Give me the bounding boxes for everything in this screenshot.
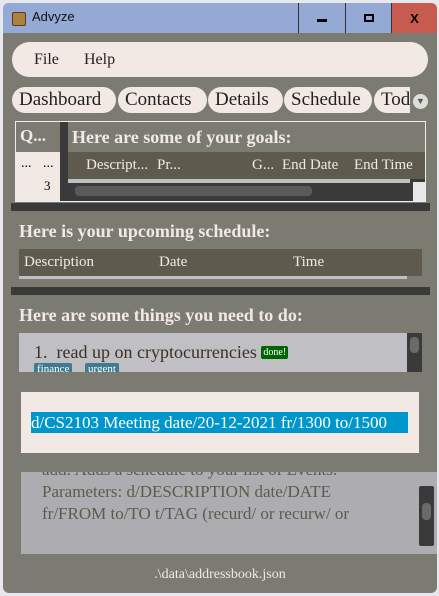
divider xyxy=(11,203,430,211)
tab-contacts[interactable]: Contacts xyxy=(118,87,207,113)
col-time[interactable]: Time xyxy=(293,254,324,271)
quick-num: 3 xyxy=(44,178,51,193)
menu-file[interactable]: File xyxy=(34,51,59,69)
vertical-scrollbar[interactable] xyxy=(407,333,422,372)
quick-header: Q... xyxy=(16,122,60,152)
menu-bar: File Help xyxy=(12,42,428,77)
minimize-button[interactable] xyxy=(298,3,345,33)
close-button[interactable]: X xyxy=(391,3,437,33)
result-line: Parameters: d/DESCRIPTION date/DATE xyxy=(42,482,331,501)
status-badge: done! xyxy=(261,346,289,359)
scroll-thumb[interactable] xyxy=(422,503,431,520)
col-date[interactable]: Date xyxy=(159,254,187,271)
dashboard-panel: Q... ... ... 3 Here are some of your goa… xyxy=(15,121,426,202)
col-end-time[interactable]: End Time xyxy=(354,157,413,174)
command-box[interactable]: d/CS2103 Meeting date/20-12-2021 fr/1300… xyxy=(21,392,419,453)
quick-cell: ... xyxy=(43,156,54,171)
goals-rows xyxy=(68,179,410,183)
schedule-table-header: Description Date Time xyxy=(19,249,422,276)
col-priority[interactable]: Pr... xyxy=(157,157,181,174)
chevron-down-icon[interactable]: ▼ xyxy=(413,94,428,109)
result-text: add: Adds a schedule to your list of Eve… xyxy=(42,472,349,525)
col-end-date[interactable]: End Date xyxy=(282,157,338,174)
goals-table-header: Descript... Pr... G... End Date End Time xyxy=(68,152,425,179)
col-description[interactable]: Descript... xyxy=(86,157,148,174)
menu-help[interactable]: Help xyxy=(84,51,115,69)
todo-text: read up on cryptocurrencies xyxy=(56,342,257,362)
quick-cell: ... xyxy=(21,156,32,171)
app-window: Advyze X File Help Dashboard Contacts De… xyxy=(3,3,437,593)
tab-todo[interactable]: Todo xyxy=(374,87,410,113)
result-line: fr/FROM to/TO t/TAG (recurd/ or recurw/ … xyxy=(42,504,350,523)
tag-badge: finance xyxy=(34,363,73,372)
col-goal[interactable]: G... xyxy=(252,157,274,174)
col-description[interactable]: Description xyxy=(24,254,94,271)
todo-index: 1. xyxy=(34,342,48,362)
todo-item[interactable]: 1. read up on cryptocurrencies done! xyxy=(34,342,289,363)
result-line: add: Adds a schedule to your list of Eve… xyxy=(42,472,349,481)
tab-schedule[interactable]: Schedule xyxy=(284,87,372,113)
schedule-rows xyxy=(19,276,407,279)
maximize-icon xyxy=(363,14,374,22)
todo-title: Here are some things you need to do: xyxy=(19,305,303,325)
tab-dashboard[interactable]: Dashboard xyxy=(12,87,116,113)
tag-badge: urgent xyxy=(85,363,119,372)
title-bar: Advyze X xyxy=(3,3,437,33)
status-bar-path: .\data\addressbook.json xyxy=(154,567,286,582)
vertical-scrollbar[interactable] xyxy=(419,486,434,546)
maximize-button[interactable] xyxy=(345,3,391,33)
goals-title: Here are some of your goals: xyxy=(68,122,425,152)
result-display: add: Adds a schedule to your list of Eve… xyxy=(21,472,437,554)
app-icon xyxy=(12,12,26,26)
schedule-title: Here is your upcoming schedule: xyxy=(19,221,271,241)
command-input[interactable]: d/CS2103 Meeting date/20-12-2021 fr/1300… xyxy=(31,412,408,433)
horizontal-scrollbar[interactable] xyxy=(75,186,312,196)
quick-list: ... ... 3 xyxy=(16,152,60,201)
divider xyxy=(11,287,430,295)
tab-details[interactable]: Details xyxy=(208,87,283,113)
scroll-thumb[interactable] xyxy=(410,337,419,353)
scroll-corner xyxy=(413,182,425,201)
close-icon: X xyxy=(410,10,419,26)
todo-list: 1. read up on cryptocurrencies done! fin… xyxy=(19,333,422,372)
window-title: Advyze xyxy=(32,9,75,24)
minimize-icon xyxy=(317,18,327,22)
